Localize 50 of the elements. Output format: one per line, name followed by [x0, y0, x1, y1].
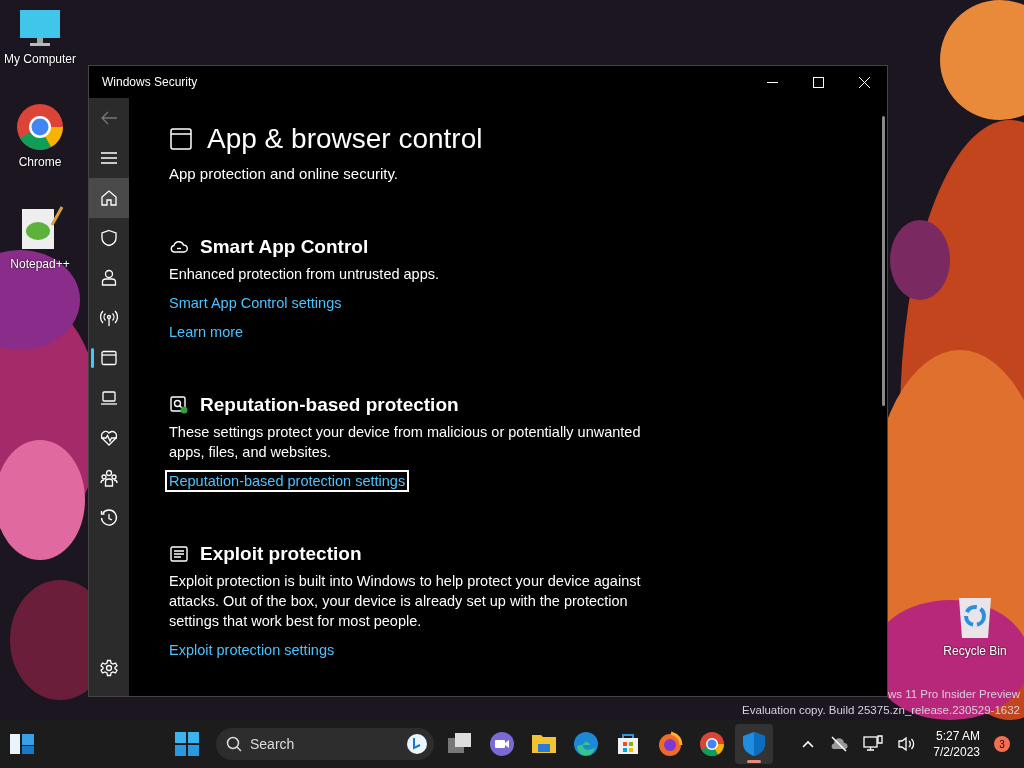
shield-icon[interactable]: [735, 724, 773, 764]
family-icon: [100, 469, 118, 487]
volume-icon[interactable]: [897, 736, 916, 752]
cloud-off-icon[interactable]: [829, 736, 850, 752]
person-icon: [100, 269, 118, 287]
app-window-icon: [100, 349, 118, 367]
chat-bubble-icon[interactable]: [406, 733, 428, 755]
page-title: App & browser control: [207, 122, 483, 156]
menu-icon: [100, 149, 118, 167]
nav-item[interactable]: [89, 178, 129, 218]
search-check-icon: [169, 395, 189, 415]
maximize-icon: [812, 76, 824, 88]
window-title: Windows Security: [102, 75, 198, 89]
desktop-icon-label[interactable]: Chrome: [18, 155, 62, 169]
settings-icon: [100, 659, 118, 677]
close-icon: [858, 76, 870, 88]
start-button[interactable]: [175, 732, 199, 756]
home-icon: [100, 189, 118, 207]
monitor-icon[interactable]: [18, 8, 62, 48]
search-icon: [226, 736, 242, 752]
settings-link[interactable]: Reputation-based protection settings: [165, 470, 410, 492]
page-subtitle: App protection and online security.: [169, 164, 400, 184]
clock[interactable]: 5:27 AM 7/2/2023: [933, 728, 980, 760]
heartbeat-icon: [100, 429, 118, 447]
section-description: Exploit protection is built into Windows to help protect your device against attacks. Out of the box, your device is already set up with the protection settings that work best for most people.: [169, 572, 642, 631]
desktop-icon-label[interactable]: Recycle Bin: [943, 644, 1007, 658]
section-title: Smart App Control: [200, 235, 369, 259]
desktop-icon-label[interactable]: My Computer: [4, 52, 76, 66]
section-description: These settings protect your device from malicious or potentially unwanted apps, files, and websites.: [169, 423, 642, 462]
widgets-icon[interactable]: [9, 733, 35, 755]
search-field[interactable]: Search: [216, 728, 434, 760]
settings-link[interactable]: Exploit protection settings: [165, 639, 339, 661]
section-title: Exploit protection: [200, 542, 362, 566]
history-icon: [100, 509, 118, 527]
settings-link[interactable]: Smart App Control settings: [165, 292, 346, 314]
app-window-icon: [169, 127, 193, 151]
section-description: Enhanced protection from untrusted apps.: [169, 265, 441, 284]
back-arrow-icon: [100, 109, 118, 127]
desktop-icon-label[interactable]: Notepad++: [10, 257, 70, 271]
notification-badge[interactable]: 3: [994, 736, 1010, 752]
list-icon: [169, 544, 189, 564]
settings-link[interactable]: Learn more: [165, 321, 248, 343]
watermark-text: ws 11 Pro Insider Preview: [887, 687, 1020, 702]
network-icon[interactable]: [863, 735, 884, 753]
section-title: Reputation-based protection: [200, 393, 459, 417]
scrollbar[interactable]: [882, 116, 885, 406]
antenna-icon: [100, 309, 118, 327]
chrome-icon[interactable]: [16, 103, 64, 151]
shield-icon: [100, 229, 118, 247]
laptop-icon: [100, 389, 118, 407]
